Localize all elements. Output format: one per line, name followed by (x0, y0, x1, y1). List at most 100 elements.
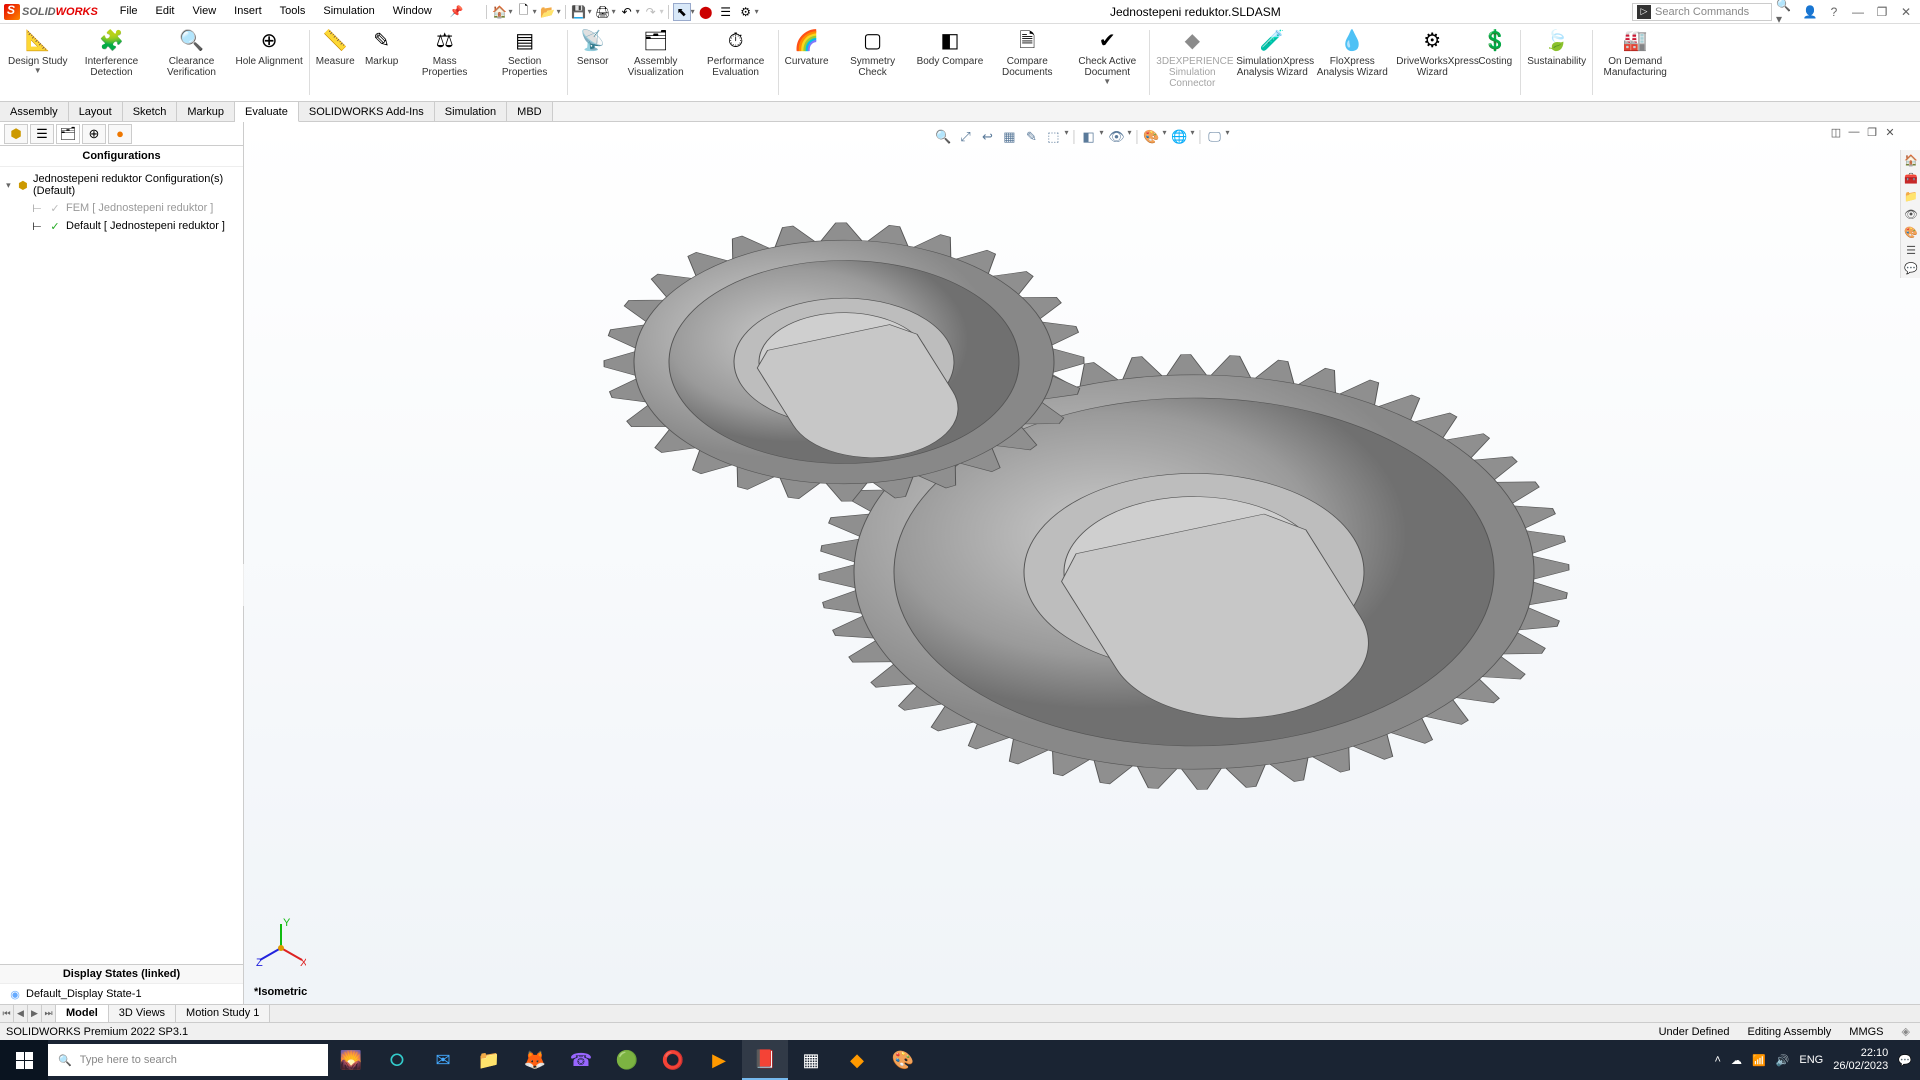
status-customise-icon[interactable]: ◈ (1902, 1025, 1910, 1038)
ribbon-clearance-verification[interactable]: 🔍Clearance Verification (151, 26, 231, 99)
select-icon[interactable]: ⬉ (673, 3, 691, 21)
ribbon-sustainability[interactable]: 🍃Sustainability (1523, 26, 1590, 99)
tray-network-icon[interactable]: 📶 (1752, 1054, 1766, 1067)
taskbar-app-edge[interactable]: ⭘ (374, 1040, 420, 1080)
menu-pin-icon[interactable]: 📌 (442, 3, 472, 20)
home-icon[interactable]: 🏠 (491, 3, 509, 21)
close-button[interactable]: ✕ (1896, 3, 1916, 21)
ribbon-symmetry-check[interactable]: ▢Symmetry Check (833, 26, 913, 99)
ribbon-curvature[interactable]: 🌈Curvature (781, 26, 833, 99)
search-commands-input[interactable]: ▷Search Commands (1632, 3, 1772, 21)
search-dropdown-icon[interactable]: 🔍▾ (1776, 3, 1796, 21)
taskbar-app-explorer[interactable]: 📁 (466, 1040, 512, 1080)
collapse-icon[interactable]: ▾ (4, 180, 13, 191)
menu-tools[interactable]: Tools (272, 3, 314, 20)
ribbon-costing[interactable]: 💲Costing (1472, 26, 1518, 99)
ribbon-simulationxpress-analysis-wizard[interactable]: 🧪SimulationXpress Analysis Wizard (1232, 26, 1312, 99)
ribbon-floxpress-analysis-wizard[interactable]: 💧FloXpress Analysis Wizard (1312, 26, 1392, 99)
taskbar-app-media[interactable]: ▶ (696, 1040, 742, 1080)
doc-nav-next-icon[interactable]: ▶ (28, 1005, 42, 1022)
ribbon-on-demand-manufacturing[interactable]: 🏭On Demand Manufacturing (1595, 26, 1675, 99)
rebuild-icon[interactable]: ⬤ (697, 3, 715, 21)
taskbar-app-opera[interactable]: ⭕ (650, 1040, 696, 1080)
taskpane-design-icon[interactable]: 📁 (1903, 188, 1919, 204)
taskbar-app-mail[interactable]: ✉ (420, 1040, 466, 1080)
panel-tab-property-icon[interactable]: ☰ (30, 124, 54, 144)
tray-onedrive-icon[interactable]: ☁ (1731, 1054, 1742, 1067)
minimize-button[interactable]: — (1848, 3, 1868, 21)
panel-tab-feature-icon[interactable]: ⬢ (4, 124, 28, 144)
tab-evaluate[interactable]: Evaluate (235, 102, 299, 122)
redo-icon[interactable]: ↷ (642, 3, 660, 21)
tab-sketch[interactable]: Sketch (123, 102, 178, 121)
taskbar-app-viber[interactable]: ☎ (558, 1040, 604, 1080)
taskbar-app-sublime[interactable]: ◆ (834, 1040, 880, 1080)
tree-item-default[interactable]: ⊢ ✓ Default [ Jednostepeni reduktor ] (4, 217, 239, 235)
taskpane-forum-icon[interactable]: 💬 (1903, 260, 1919, 276)
taskbar-search-input[interactable]: 🔍Type here to search (48, 1044, 328, 1076)
start-button[interactable] (0, 1040, 48, 1080)
settings-icon[interactable]: ⚙ (737, 3, 755, 21)
menu-insert[interactable]: Insert (226, 3, 270, 20)
open-icon[interactable]: 📂 (539, 3, 557, 21)
save-icon[interactable]: 💾 (570, 3, 588, 21)
taskbar-app-solidworks[interactable]: 📕 (742, 1040, 788, 1080)
taskbar-app-paint[interactable]: 🎨 (880, 1040, 926, 1080)
doc-nav-prev-icon[interactable]: ◀ (14, 1005, 28, 1022)
tray-clock[interactable]: 22:1026/02/2023 (1833, 1047, 1888, 1073)
taskpane-view-icon[interactable]: 👁 (1903, 206, 1919, 222)
graphics-viewport[interactable]: 🔍 ⤢ ↩ ▦ ✎ ⬚▾ ◧▾ 👁▾ 🎨▾ 🌐▾ 🖵▾ ◫ — ❐ ✕ 🏠 🧰 … (244, 122, 1920, 1004)
panel-tab-dim-icon[interactable]: ⊕ (82, 124, 106, 144)
menu-view[interactable]: View (185, 3, 225, 20)
viewport-close-icon[interactable]: ✕ (1882, 124, 1898, 140)
tray-notifications-icon[interactable]: 💬 (1898, 1054, 1912, 1067)
menu-simulation[interactable]: Simulation (315, 3, 382, 20)
ribbon-interference-detection[interactable]: 🧩Interference Detection (71, 26, 151, 99)
ribbon-design-study[interactable]: 📐Design Study▼ (4, 26, 71, 99)
status-units[interactable]: MMGS (1849, 1026, 1883, 1038)
taskpane-resources-icon[interactable]: 🧰 (1903, 170, 1919, 186)
taskpane-appearance-icon[interactable]: 🎨 (1903, 224, 1919, 240)
ribbon-check-active-document[interactable]: ✔Check Active Document▼ (1067, 26, 1147, 99)
tree-item-fem[interactable]: ⊢ ✓ FEM [ Jednostepeni reduktor ] (4, 199, 239, 217)
tray-chevron-icon[interactable]: ˄ (1715, 1054, 1721, 1066)
tab-assembly[interactable]: Assembly (0, 102, 69, 121)
taskpane-home-icon[interactable]: 🏠 (1903, 152, 1919, 168)
panel-tab-config-icon[interactable]: 🗂 (56, 124, 80, 144)
doc-tab-3d-views[interactable]: 3D Views (109, 1005, 176, 1022)
display-state-item[interactable]: ◉ Default_Display State-1 (0, 984, 243, 1004)
tray-volume-icon[interactable]: 🔊 (1776, 1054, 1790, 1067)
ribbon-assembly-visualization[interactable]: 🗂Assembly Visualization (616, 26, 696, 99)
orientation-triad[interactable]: Y X Z (256, 918, 306, 968)
doc-tab-motion-study-1[interactable]: Motion Study 1 (176, 1005, 270, 1022)
taskbar-app-chrome[interactable]: 🟢 (604, 1040, 650, 1080)
tree-root[interactable]: ▾ ⬢ Jednostepeni reduktor Configuration(… (4, 171, 239, 199)
menu-window[interactable]: Window (385, 3, 440, 20)
undo-icon[interactable]: ↶ (618, 3, 636, 21)
doc-tab-model[interactable]: Model (56, 1005, 109, 1022)
ribbon-measure[interactable]: 📏Measure (312, 26, 359, 99)
taskbar-app-weather[interactable]: 🌄 (328, 1040, 374, 1080)
user-icon[interactable]: 👤 (1800, 3, 1820, 21)
tab-solidworks-add-ins[interactable]: SOLIDWORKS Add-Ins (299, 102, 435, 121)
help-icon[interactable]: ? (1824, 3, 1844, 21)
ribbon-hole-alignment[interactable]: ⊕Hole Alignment (231, 26, 306, 99)
ribbon-compare-documents[interactable]: 🗎Compare Documents (987, 26, 1067, 99)
ribbon-performance-evaluation[interactable]: ⏱Performance Evaluation (696, 26, 776, 99)
doc-nav-first-icon[interactable]: ⏮ (0, 1005, 14, 1022)
ribbon-markup[interactable]: ✎Markup (359, 26, 405, 99)
restore-button[interactable]: ❐ (1872, 3, 1892, 21)
print-icon[interactable]: 🖨 (594, 3, 612, 21)
menu-file[interactable]: File (112, 3, 146, 20)
new-icon[interactable]: 🗋 (515, 3, 533, 21)
tray-language[interactable]: ENG (1799, 1054, 1823, 1066)
ribbon-sensor[interactable]: 📡Sensor (570, 26, 616, 99)
ribbon-body-compare[interactable]: ◧Body Compare (913, 26, 988, 99)
doc-nav-last-icon[interactable]: ⏭ (42, 1005, 56, 1022)
tab-markup[interactable]: Markup (177, 102, 235, 121)
menu-edit[interactable]: Edit (148, 3, 183, 20)
taskbar-app-firefox[interactable]: 🦊 (512, 1040, 558, 1080)
viewport-new-icon[interactable]: ◫ (1828, 124, 1844, 140)
panel-tab-display-icon[interactable]: ● (108, 124, 132, 144)
taskbar-app-calculator[interactable]: ▦ (788, 1040, 834, 1080)
